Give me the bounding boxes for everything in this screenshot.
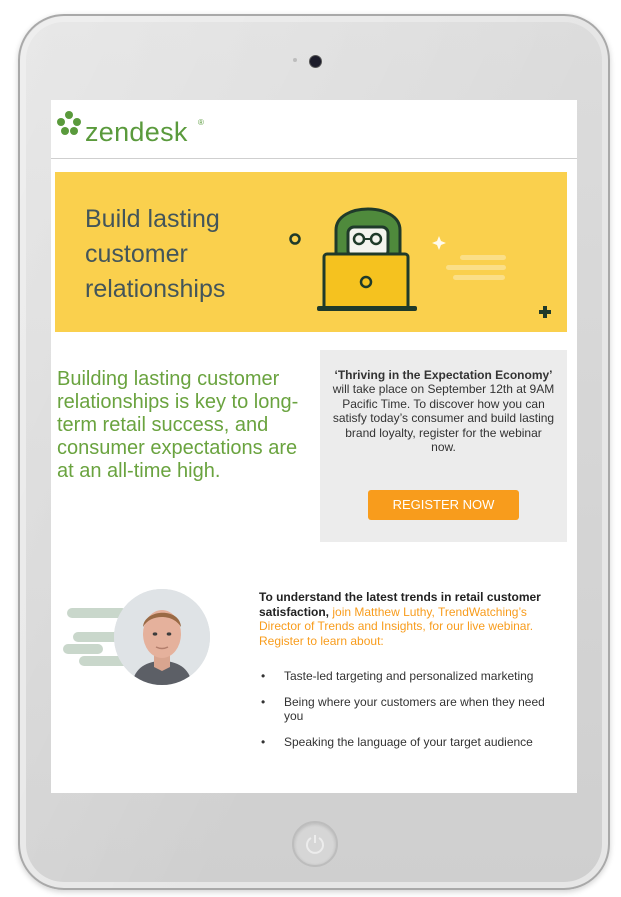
illustration-person-laptop — [289, 207, 551, 318]
zendesk-logo-icon — [57, 111, 81, 135]
promo-title: ‘Thriving in the Expectation Economy’ — [334, 368, 553, 382]
promo-text: ‘Thriving in the Expectation Economy’ wi… — [332, 368, 555, 454]
trademark: ® — [198, 118, 204, 127]
header: zendesk ® — [51, 100, 577, 159]
register-now-button[interactable]: REGISTER NOW — [368, 490, 519, 520]
sensor-dot — [293, 58, 297, 62]
hero-banner: Build lasting customer relationships — [55, 172, 567, 332]
camera-icon — [309, 55, 322, 68]
speaker-intro: To understand the latest trends in retai… — [259, 590, 559, 648]
webinar-promo-box: ‘Thriving in the Expectation Economy’ wi… — [320, 350, 567, 542]
power-icon — [306, 835, 324, 854]
zendesk-wordmark[interactable]: zendesk — [85, 117, 188, 148]
speaker-portrait — [114, 589, 210, 685]
lead-paragraph: Building lasting customer relationships … — [57, 368, 299, 482]
home-button[interactable] — [292, 821, 338, 867]
list-item: Speaking the language of your target aud… — [259, 735, 559, 750]
list-item: Taste-led targeting and personalized mar… — [259, 669, 559, 684]
list-item: Being where your customers are when they… — [259, 695, 559, 724]
topic-list: Taste-led targeting and personalized mar… — [259, 669, 559, 760]
speaker-photo — [114, 589, 210, 685]
email-screen: zendesk ® Build lasting customer relatio… — [51, 100, 577, 793]
promo-body: will take place on September 12th at 9AM… — [332, 382, 555, 455]
